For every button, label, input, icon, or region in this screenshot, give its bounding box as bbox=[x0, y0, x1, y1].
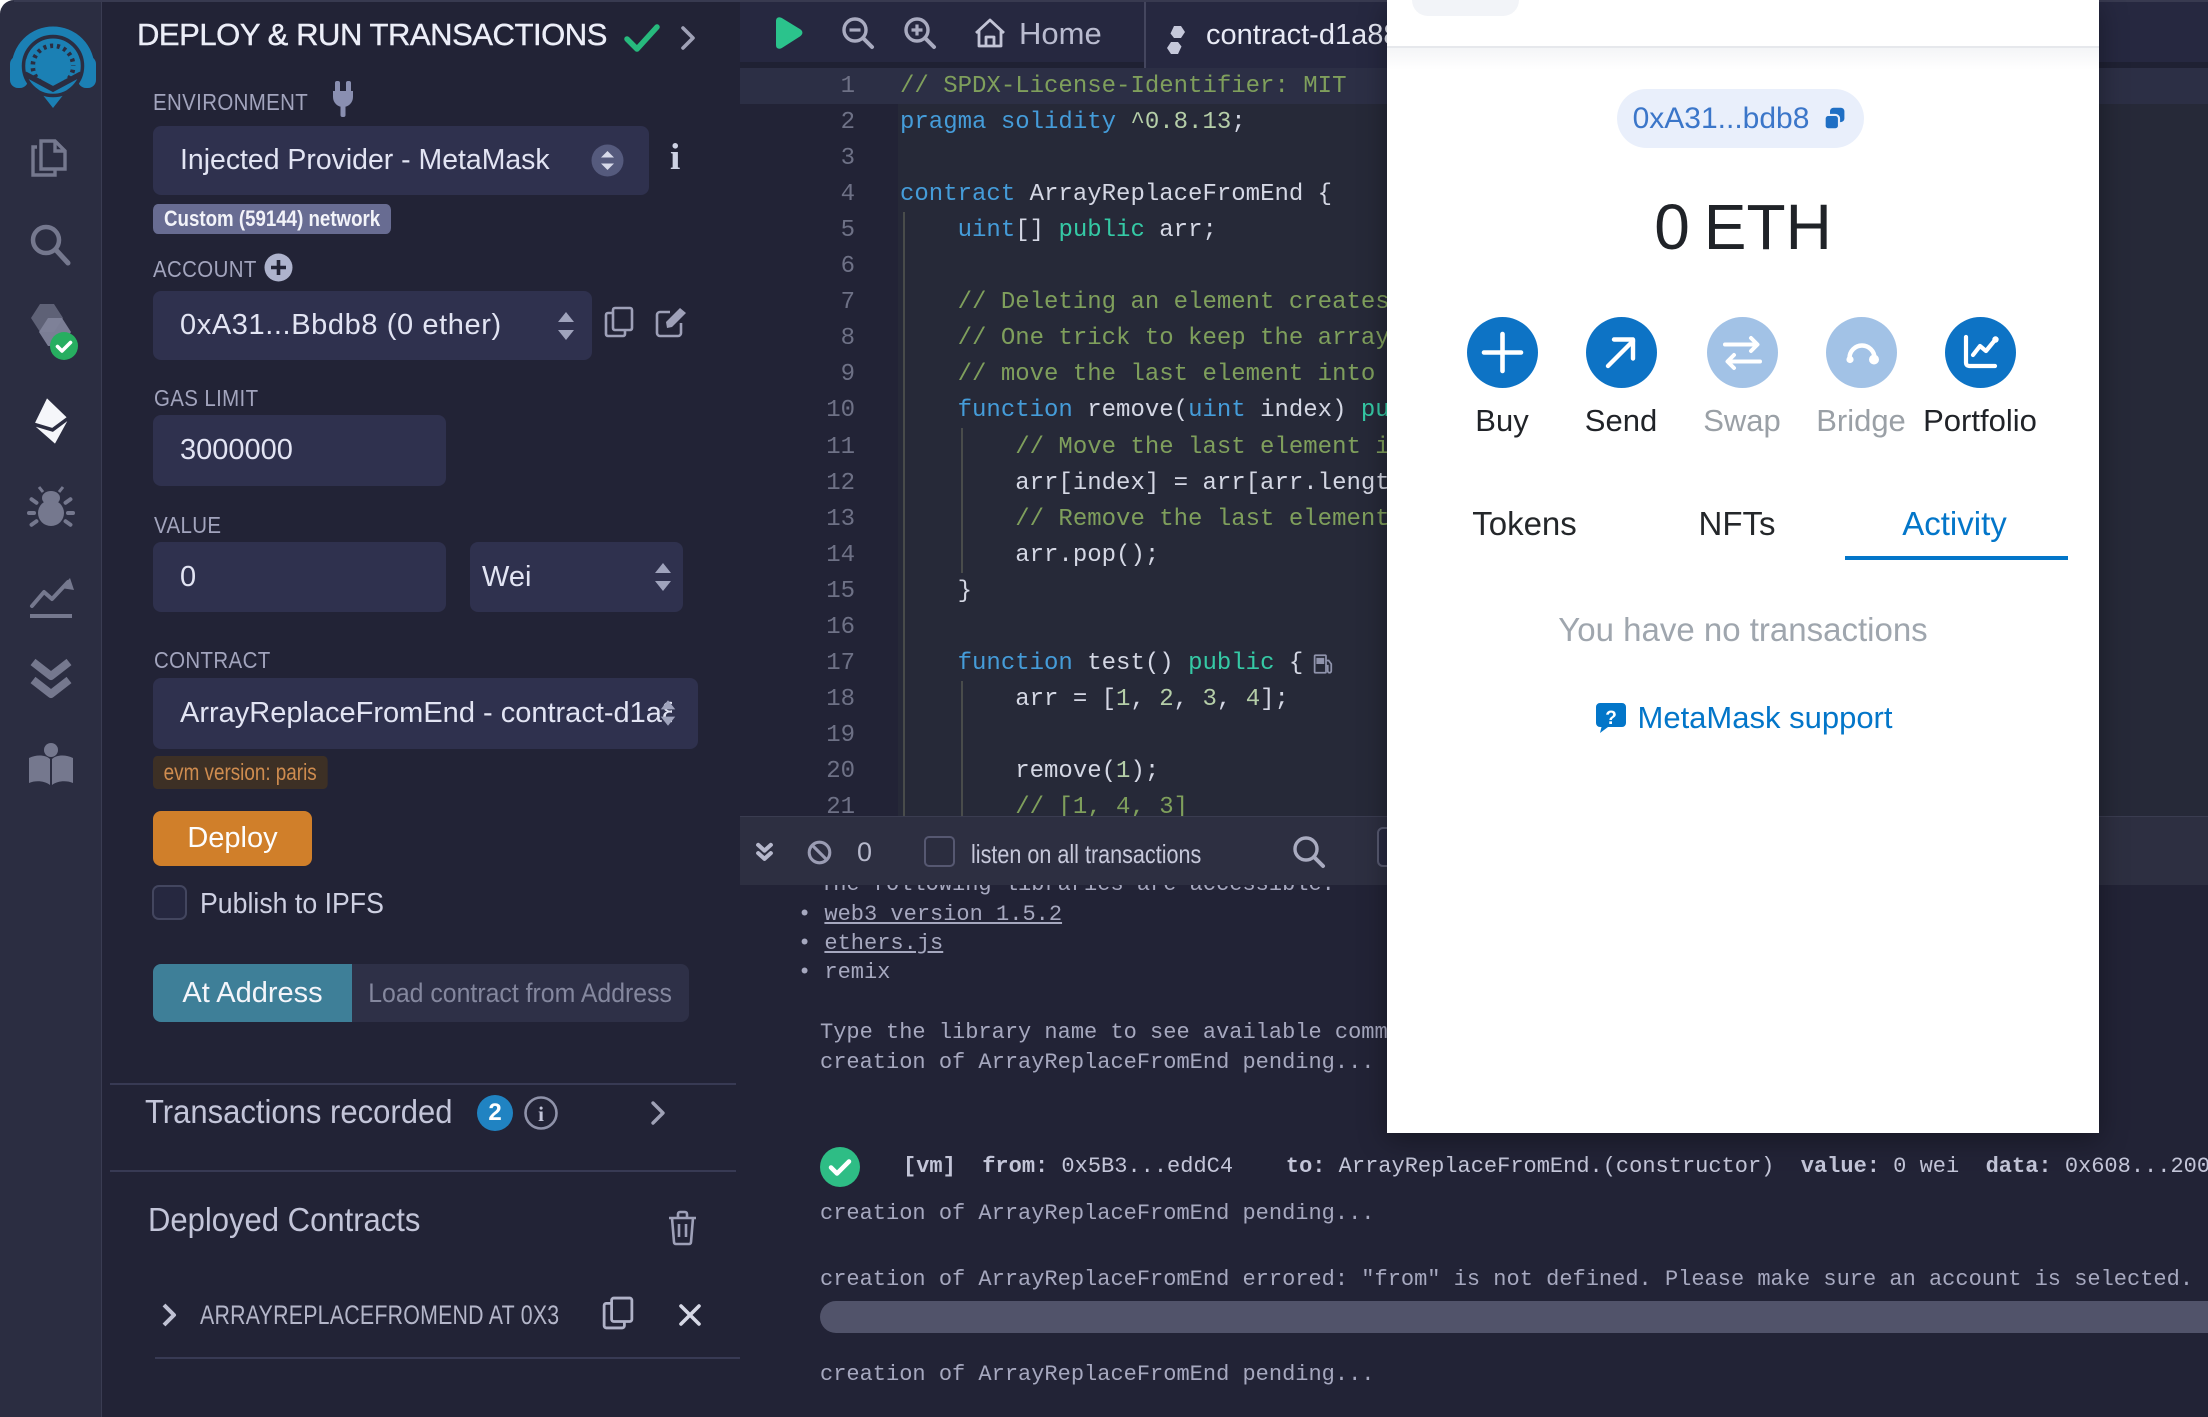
svg-text:?: ? bbox=[1605, 708, 1617, 729]
svg-text:i: i bbox=[538, 1102, 544, 1126]
